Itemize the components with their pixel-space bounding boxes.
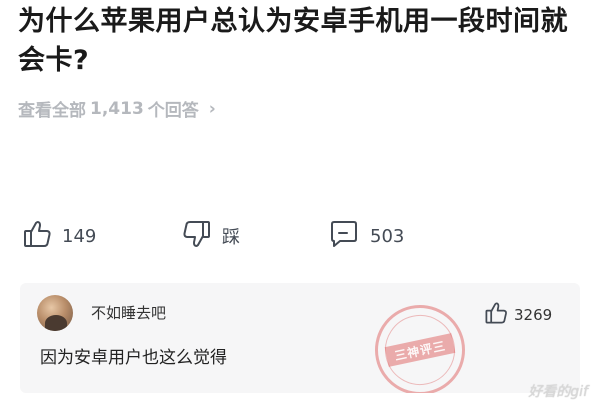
top-comment-card: 不如睡去吧 三神评三 3269 因为安卓用户也这么觉得 xyxy=(20,283,580,393)
comment-like-button[interactable]: 3269 xyxy=(484,301,552,329)
comment-button[interactable]: 503 xyxy=(328,218,404,254)
thumbs-up-icon xyxy=(484,301,508,329)
watermark: 好看的gif xyxy=(528,384,588,400)
like-button[interactable]: 149 xyxy=(22,218,96,254)
thumbs-up-icon xyxy=(22,219,52,253)
comment-icon xyxy=(328,219,360,253)
question-title[interactable]: 为什么苹果用户总认为安卓手机用一段时间就会卡? xyxy=(18,2,588,80)
view-all-suffix: 个回答 xyxy=(147,101,199,121)
answer-count: 1,413 xyxy=(90,98,144,119)
like-count: 149 xyxy=(62,225,97,247)
view-all-prefix: 查看全部 xyxy=(18,101,86,121)
god-comment-stamp: 三神评三 xyxy=(366,296,474,393)
question-action-bar: 149 踩 503 xyxy=(22,218,582,254)
avatar[interactable] xyxy=(37,295,73,331)
comment-like-count: 3269 xyxy=(514,306,553,324)
stamp-inner-ring: 三神评三 xyxy=(378,308,462,392)
dislike-label: 踩 xyxy=(222,227,240,248)
stamp-text: 三神评三 xyxy=(384,333,456,367)
chevron-right-icon: › xyxy=(208,98,216,119)
comment-text: 因为安卓用户也这么觉得 xyxy=(40,348,227,368)
thumbs-down-icon xyxy=(182,219,212,253)
dislike-button[interactable]: 踩 xyxy=(182,218,240,254)
view-all-answers-link[interactable]: 查看全部 1,413 个回答 › xyxy=(18,96,216,122)
comment-count: 503 xyxy=(370,225,405,247)
comment-username[interactable]: 不如睡去吧 xyxy=(91,302,166,323)
